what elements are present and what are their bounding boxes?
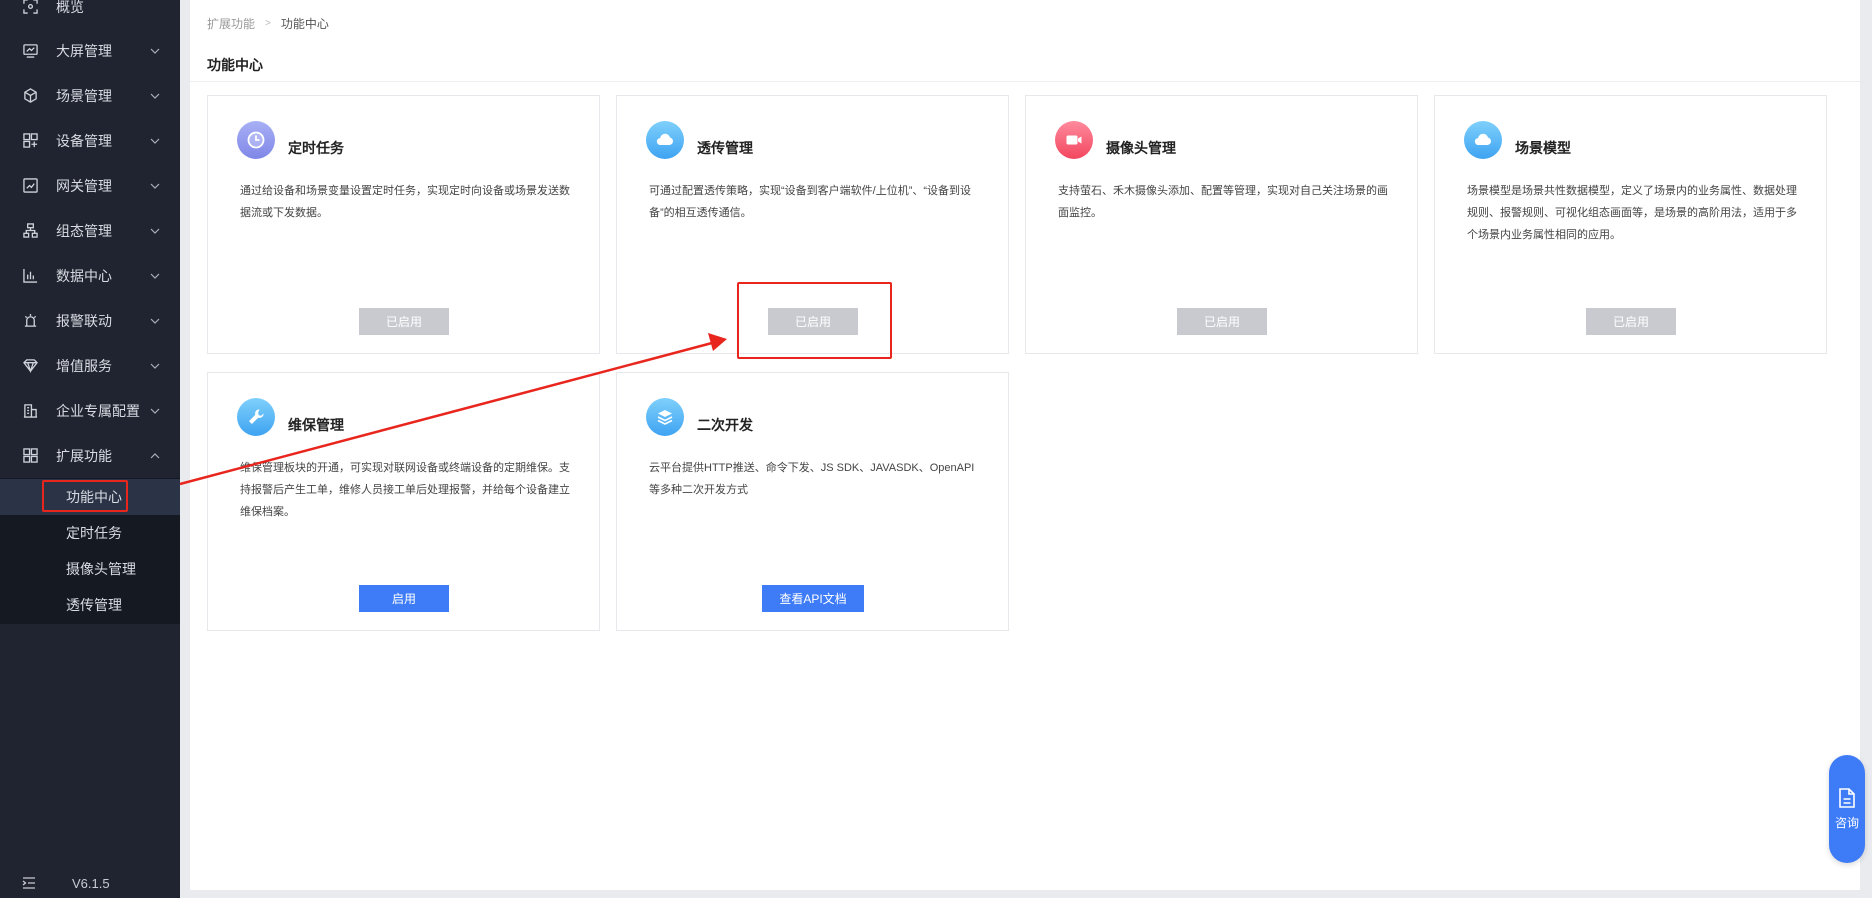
view-api-docs-button[interactable]: 查看API文档 <box>762 585 864 612</box>
card-title: 摄像头管理 <box>1106 140 1176 156</box>
enabled-button: 已启用 <box>1586 308 1676 335</box>
page-title: 功能中心 <box>207 57 263 73</box>
cloud-icon <box>646 121 684 159</box>
screen-icon <box>22 43 38 59</box>
chevron-down-icon <box>150 183 160 189</box>
breadcrumb-current: 功能中心 <box>280 17 329 31</box>
sidebar-item-data[interactable]: 数据中心 <box>0 253 180 298</box>
sidebar-item-extensions[interactable]: 扩展功能 <box>0 433 180 478</box>
enterprise-icon <box>22 403 38 419</box>
card-description: 场景模型是场景共性数据模型，定义了场景内的业务属性、数据处理规则、报警规则、可视… <box>1467 185 1797 241</box>
chevron-down-icon <box>150 138 160 144</box>
card-description: 支持萤石、禾木摄像头添加、配置等管理，实现对自己关注场景的画面监控。 <box>1058 185 1388 219</box>
chevron-down-icon <box>150 363 160 369</box>
annotation-highlight-submenu <box>42 480 128 512</box>
card-title: 维保管理 <box>288 417 344 433</box>
feature-card-scene-model: 场景模型 场景模型是场景共性数据模型，定义了场景内的业务属性、数据处理规则、报警… <box>1434 95 1827 354</box>
sidebar-item-label: 报警联动 <box>56 312 112 329</box>
sidebar-item-label: 大屏管理 <box>56 42 112 59</box>
cloud-icon <box>1464 121 1502 159</box>
card-title: 定时任务 <box>288 140 344 156</box>
chevron-down-icon <box>150 228 160 234</box>
sidebar-item-label: 组态管理 <box>56 222 112 239</box>
breadcrumb-parent[interactable]: 扩展功能 <box>207 15 255 32</box>
feature-card-secondary-dev: 二次开发 云平台提供HTTP推送、命令下发、JS SDK、JAVASDK、Ope… <box>616 372 1009 631</box>
submenu-item-label: 摄像头管理 <box>66 561 136 577</box>
sidebar-item-enterprise[interactable]: 企业专属配置 <box>0 388 180 433</box>
sidebar-item-label: 数据中心 <box>56 267 112 284</box>
sidebar-item-alarm[interactable]: 报警联动 <box>0 298 180 343</box>
data-icon <box>22 268 38 284</box>
enable-button[interactable]: 启用 <box>359 585 449 612</box>
submenu-item-label: 定时任务 <box>66 525 122 541</box>
divider <box>190 81 1860 82</box>
sidebar-item-scene[interactable]: 场景管理 <box>0 73 180 118</box>
document-icon <box>1839 787 1855 808</box>
main-content: 扩展功能 > 功能中心 功能中心 定时任务 通过给设备和场景变量设置定时任务，实… <box>190 0 1860 890</box>
sidebar-item-label: 增值服务 <box>56 357 112 374</box>
gateway-icon <box>22 178 38 194</box>
sidebar-item-label: 扩展功能 <box>56 447 112 464</box>
consult-button[interactable]: 咨询 <box>1829 755 1865 863</box>
feature-card-camera: 摄像头管理 支持萤石、禾木摄像头添加、配置等管理，实现对自己关注场景的画面监控。… <box>1025 95 1418 354</box>
camera-icon <box>1055 121 1093 159</box>
sidebar-item-value-added[interactable]: 增值服务 <box>0 343 180 388</box>
alarm-icon <box>22 313 38 329</box>
enabled-button: 已启用 <box>1177 308 1267 335</box>
card-description: 通过给设备和场景变量设置定时任务，实现定时向设备或场景发送数据流或下发数据。 <box>240 185 570 219</box>
breadcrumb: 扩展功能 > 功能中心 <box>207 15 329 32</box>
feature-card-maintenance: 维保管理 维保管理板块的开通，可实现对联网设备或终端设备的定期维保。支持报警后产… <box>207 372 600 631</box>
enabled-button: 已启用 <box>359 308 449 335</box>
sidebar-footer: V6.1.5 <box>0 868 180 898</box>
sidebar-item-label: 场景管理 <box>56 87 112 104</box>
chevron-down-icon <box>150 273 160 279</box>
sidebar-item-configuration[interactable]: 组态管理 <box>0 208 180 253</box>
chevron-down-icon <box>150 408 160 414</box>
sidebar-item-gateway[interactable]: 网关管理 <box>0 163 180 208</box>
feature-card-scheduled-tasks: 定时任务 通过给设备和场景变量设置定时任务，实现定时向设备或场景发送数据流或下发… <box>207 95 600 354</box>
sidebar-item-overview[interactable]: 概览 <box>0 0 180 29</box>
clock-icon <box>237 121 275 159</box>
configuration-icon <box>22 223 38 239</box>
card-title: 透传管理 <box>697 140 753 156</box>
sidebar-item-label: 企业专属配置 <box>56 402 140 419</box>
submenu-item-scheduled-tasks[interactable]: 定时任务 <box>0 515 180 551</box>
layers-icon <box>646 398 684 436</box>
sidebar-item-label: 概览 <box>56 0 84 15</box>
device-icon <box>22 133 38 149</box>
overview-icon <box>22 0 38 15</box>
submenu-item-label: 透传管理 <box>66 597 122 613</box>
collapse-icon[interactable] <box>22 877 36 889</box>
card-description: 维保管理板块的开通，可实现对联网设备或终端设备的定期维保。支持报警后产生工单，维… <box>240 462 570 518</box>
chevron-down-icon <box>150 93 160 99</box>
scene-icon <box>22 88 38 104</box>
version-label: V6.1.5 <box>72 875 110 891</box>
wrench-icon <box>237 398 275 436</box>
card-title: 场景模型 <box>1515 140 1571 156</box>
sidebar-item-label: 设备管理 <box>56 132 112 149</box>
card-description: 云平台提供HTTP推送、命令下发、JS SDK、JAVASDK、OpenAPI等… <box>649 462 975 496</box>
submenu-item-passthrough[interactable]: 透传管理 <box>0 587 180 623</box>
diamond-icon <box>22 358 38 374</box>
sidebar-item-device[interactable]: 设备管理 <box>0 118 180 163</box>
annotation-highlight-button <box>737 282 892 359</box>
submenu-item-camera[interactable]: 摄像头管理 <box>0 551 180 587</box>
grid-icon <box>22 448 38 464</box>
card-description: 可通过配置透传策略，实现“设备到客户端软件/上位机”、“设备到设备”的相互透传通… <box>649 185 972 219</box>
chevron-up-icon <box>150 452 160 458</box>
chevron-down-icon <box>150 48 160 54</box>
sidebar: 概览 大屏管理 场景管理 设备管理 网关管理 组态管理 数据中心 报警联动 增值… <box>0 0 180 898</box>
breadcrumb-separator-icon: > <box>265 18 271 29</box>
sidebar-item-label: 网关管理 <box>56 177 112 194</box>
sidebar-item-screen[interactable]: 大屏管理 <box>0 28 180 73</box>
card-title: 二次开发 <box>697 417 753 433</box>
chevron-down-icon <box>150 318 160 324</box>
consult-label: 咨询 <box>1834 815 1859 830</box>
